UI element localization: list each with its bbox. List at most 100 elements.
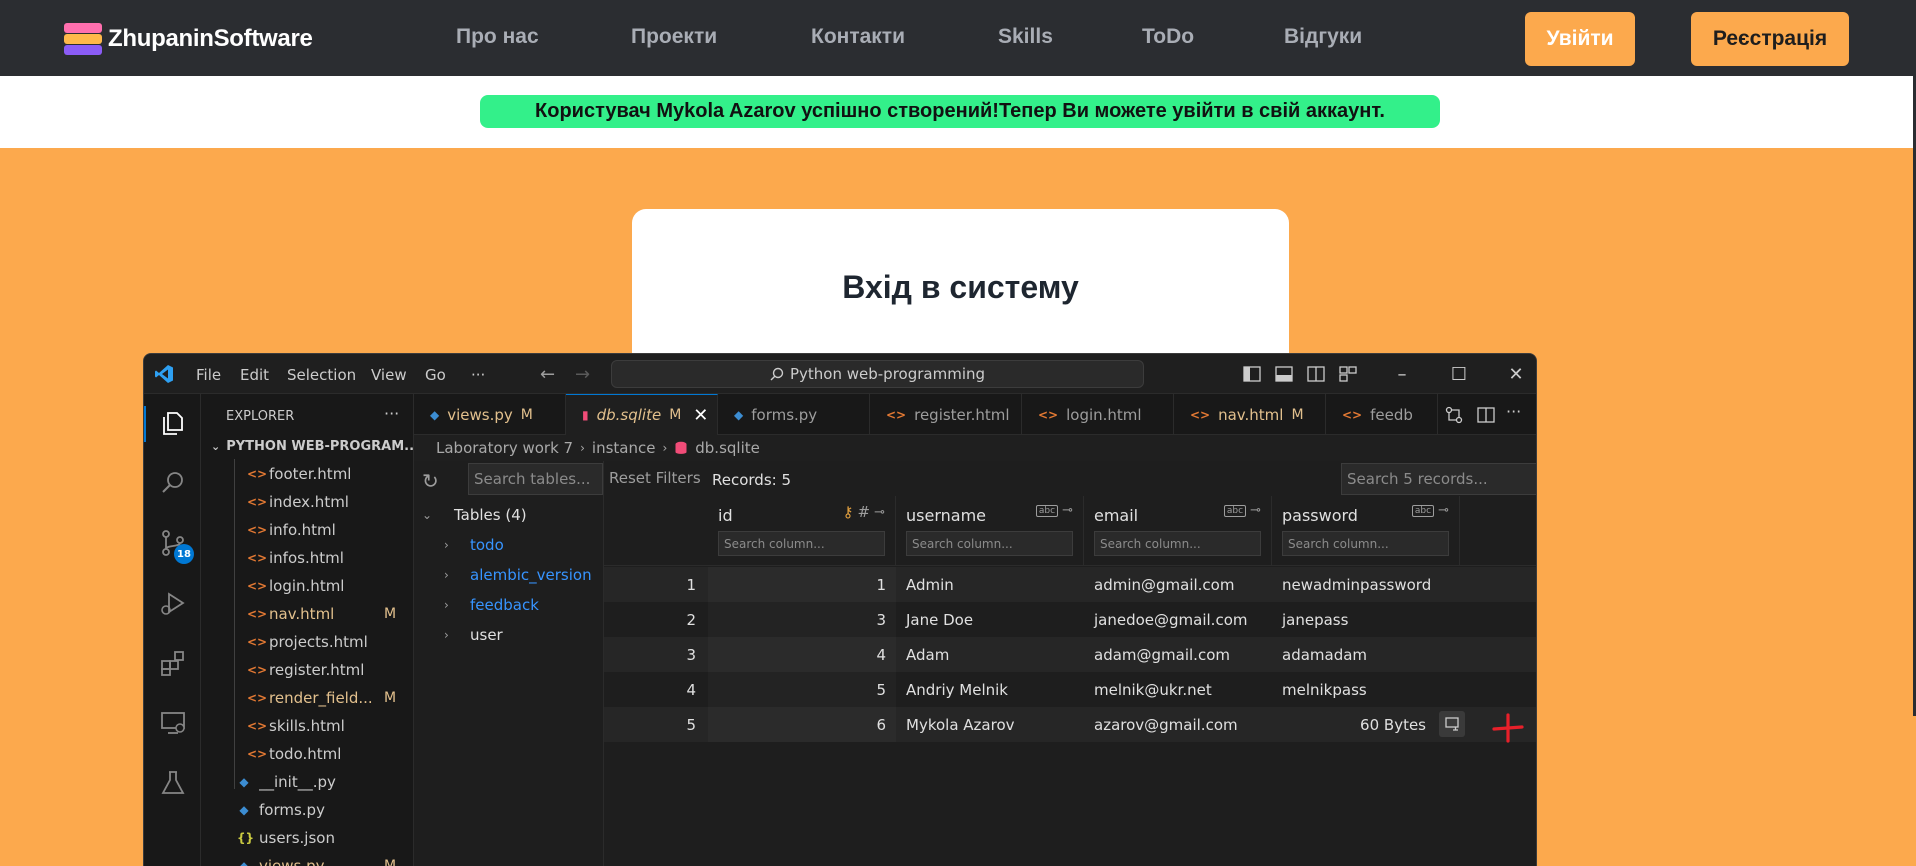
blob-download-icon[interactable] xyxy=(1439,711,1465,737)
file-item[interactable]: <> render_field... M xyxy=(201,684,414,711)
back-arrow-icon[interactable]: ← xyxy=(540,364,555,385)
file-item[interactable]: <> index.html xyxy=(201,488,414,515)
reset-filters-button[interactable]: Reset Filters xyxy=(609,469,701,487)
cell-email[interactable]: janedoe@gmail.com xyxy=(1084,602,1272,637)
menu-more[interactable]: ··· xyxy=(471,366,485,384)
split-editor-icon[interactable] xyxy=(1476,405,1496,425)
cell-username[interactable]: Jane Doe xyxy=(896,602,1084,637)
extensions-icon[interactable] xyxy=(158,648,188,678)
table-row[interactable]: 5 6 Mykola Azarov azarov@gmail.com 60 Bytes xyxy=(604,707,1536,742)
cell-password[interactable]: melnikpass xyxy=(1272,672,1460,707)
cell-password[interactable]: adamadam xyxy=(1272,637,1460,672)
login-button[interactable]: Увійти xyxy=(1525,12,1635,66)
cell-email[interactable]: admin@gmail.com xyxy=(1084,567,1272,602)
explorer-icon[interactable] xyxy=(158,408,188,438)
editor-tab[interactable]: ◆ forms.py xyxy=(718,394,870,435)
project-folder-header[interactable]: ⌄ PYTHON WEB-PROGRAM... xyxy=(201,435,414,457)
file-item[interactable]: <> login.html xyxy=(201,572,414,599)
run-debug-icon[interactable] xyxy=(158,588,188,618)
search-view-icon[interactable] xyxy=(158,468,188,498)
column-search-input[interactable] xyxy=(906,531,1073,556)
menu-selection[interactable]: Selection xyxy=(287,366,356,384)
cell-id[interactable]: 1 xyxy=(708,567,896,602)
explorer-more-icon[interactable]: ··· xyxy=(384,404,399,423)
cell-password[interactable]: janepass xyxy=(1272,602,1460,637)
register-button[interactable]: Реєстрація xyxy=(1691,12,1849,66)
nav-link-about[interactable]: Про нас xyxy=(456,25,539,49)
column-header-id[interactable]: id ⚷ # ⊸ xyxy=(708,496,896,566)
pin-icon[interactable]: ⊸ xyxy=(1438,503,1449,518)
editor-more-icon[interactable]: ··· xyxy=(1506,402,1526,422)
cell-password[interactable]: newadminpassword xyxy=(1272,567,1460,602)
file-item[interactable]: <> nav.html M xyxy=(201,600,414,627)
column-search-input[interactable] xyxy=(1094,531,1261,556)
pin-icon[interactable]: ⊸ xyxy=(1062,503,1073,518)
editor-tab[interactable]: <> login.html xyxy=(1022,394,1174,435)
pin-icon[interactable]: ⊸ xyxy=(874,505,885,520)
nav-link-projects[interactable]: Проекти xyxy=(631,25,717,49)
editor-tab[interactable]: ▮ db.sqlite M ✕ xyxy=(566,394,718,435)
file-item[interactable]: <> todo.html xyxy=(201,740,414,767)
table-row[interactable]: 3 4 Adam adam@gmail.com adamadam xyxy=(604,637,1536,672)
cell-id[interactable]: 6 xyxy=(708,707,896,742)
menu-view[interactable]: View xyxy=(371,366,407,384)
pin-icon[interactable]: ⊸ xyxy=(1250,503,1261,518)
file-item[interactable]: <> infos.html xyxy=(201,544,414,571)
toggle-primary-sidebar-icon[interactable] xyxy=(1242,364,1262,384)
cell-password[interactable]: 60 Bytes xyxy=(1272,707,1460,742)
testing-icon[interactable] xyxy=(158,768,188,798)
table-item-todo[interactable]: › todo xyxy=(444,532,504,558)
cell-username[interactable]: Andriy Melnik xyxy=(896,672,1084,707)
editor-tab[interactable]: <> nav.html M xyxy=(1174,394,1326,435)
editor-tab[interactable]: ◆ views.py M xyxy=(414,394,566,435)
breadcrumb-item[interactable]: Laboratory work 7 xyxy=(436,439,573,457)
file-item[interactable]: ◆ forms.py xyxy=(201,796,414,823)
file-item[interactable]: <> footer.html xyxy=(201,460,414,487)
command-center-search[interactable]: Python web-programming xyxy=(611,360,1144,388)
refresh-icon[interactable]: ↻ xyxy=(422,469,439,493)
column-header-password[interactable]: password abc ⊸ xyxy=(1272,496,1460,566)
breadcrumb-item[interactable]: instance xyxy=(592,439,656,457)
table-item-feedback[interactable]: › feedback xyxy=(444,592,539,618)
cell-id[interactable]: 3 xyxy=(708,602,896,637)
editor-tab[interactable]: <> register.html xyxy=(870,394,1022,435)
toggle-secondary-sidebar-icon[interactable] xyxy=(1306,364,1326,384)
brand-logo[interactable]: ZhupaninSoftware xyxy=(64,22,313,56)
menu-edit[interactable]: Edit xyxy=(240,366,269,384)
nav-link-todo[interactable]: ToDo xyxy=(1142,25,1194,49)
nav-link-skills[interactable]: Skills xyxy=(998,25,1053,49)
column-header-username[interactable]: username abc ⊸ xyxy=(896,496,1084,566)
tables-group-header[interactable]: ⌄ Tables (4) xyxy=(422,502,527,528)
file-item[interactable]: <> info.html xyxy=(201,516,414,543)
file-item[interactable]: ◆ views.py M xyxy=(201,852,414,866)
menu-go[interactable]: Go xyxy=(425,366,446,384)
cell-username[interactable]: Mykola Azarov xyxy=(896,707,1084,742)
forward-arrow-icon[interactable]: → xyxy=(575,364,590,385)
search-tables-input[interactable] xyxy=(468,463,603,495)
column-header-email[interactable]: email abc ⊸ xyxy=(1084,496,1272,566)
search-records-input[interactable] xyxy=(1341,463,1536,495)
file-item[interactable]: {} users.json xyxy=(201,824,414,851)
nav-link-feedback[interactable]: Відгуки xyxy=(1284,25,1362,49)
table-row[interactable]: 1 1 Admin admin@gmail.com newadminpassword xyxy=(604,567,1536,602)
table-item-alembic-version[interactable]: › alembic_version xyxy=(444,562,592,588)
close-window-icon[interactable]: ✕ xyxy=(1504,362,1528,386)
toggle-panel-icon[interactable] xyxy=(1274,364,1294,384)
table-row[interactable]: 4 5 Andriy Melnik melnik@ukr.net melnikpass xyxy=(604,672,1536,707)
cell-id[interactable]: 5 xyxy=(708,672,896,707)
file-item[interactable]: <> skills.html xyxy=(201,712,414,739)
maximize-icon[interactable]: ☐ xyxy=(1447,362,1471,386)
open-changes-icon[interactable] xyxy=(1444,405,1464,425)
menu-file[interactable]: File xyxy=(196,366,221,384)
file-item[interactable]: <> projects.html xyxy=(201,628,414,655)
cell-email[interactable]: adam@gmail.com xyxy=(1084,637,1272,672)
minimize-icon[interactable]: – xyxy=(1390,362,1414,386)
file-item[interactable]: <> register.html xyxy=(201,656,414,683)
remote-explorer-icon[interactable] xyxy=(158,708,188,738)
breadcrumb-item[interactable]: db.sqlite xyxy=(695,439,760,457)
cell-username[interactable]: Admin xyxy=(896,567,1084,602)
column-search-input[interactable] xyxy=(718,531,885,556)
cell-email[interactable]: azarov@gmail.com xyxy=(1084,707,1272,742)
close-tab-icon[interactable]: ✕ xyxy=(693,405,708,426)
column-search-input[interactable] xyxy=(1282,531,1449,556)
